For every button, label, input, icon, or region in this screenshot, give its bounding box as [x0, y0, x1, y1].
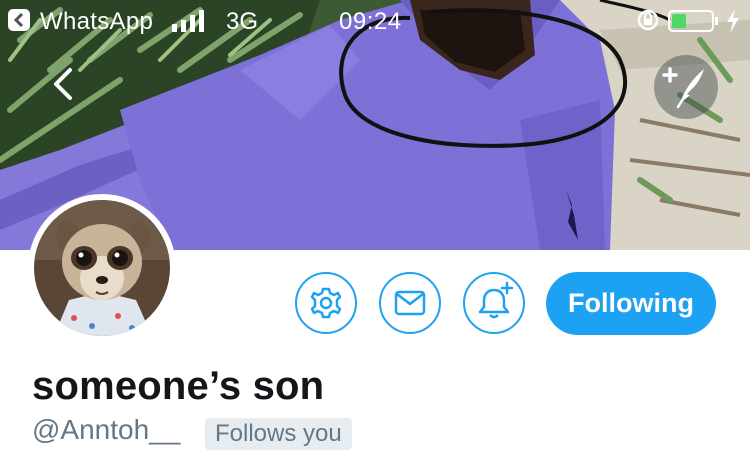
rotation-lock-icon	[637, 9, 659, 31]
following-button[interactable]: Following	[546, 272, 716, 335]
gear-icon	[310, 287, 342, 319]
back-to-app-label[interactable]: WhatsApp	[40, 8, 153, 36]
avatar-image	[34, 200, 170, 336]
network-type: 3G	[226, 8, 259, 35]
settings-button[interactable]	[295, 272, 357, 334]
battery-icon	[668, 10, 718, 32]
back-to-app-icon[interactable]	[8, 9, 30, 31]
signal-strength-icon	[172, 10, 204, 32]
status-bar: WhatsApp 3G 09:24	[0, 0, 750, 42]
bell-plus-icon	[478, 281, 514, 319]
charging-bolt-icon	[727, 9, 739, 33]
status-time: 09:24	[339, 8, 402, 35]
profile-display-name: someone’s son	[32, 364, 325, 408]
profile-avatar[interactable]	[28, 194, 176, 342]
back-chevron-icon[interactable]	[44, 62, 84, 106]
mail-icon	[394, 290, 426, 316]
compose-tweet-button[interactable]	[654, 55, 718, 119]
profile-handle: @Anntoh__	[32, 414, 181, 445]
direct-message-button[interactable]	[379, 272, 441, 334]
follows-you-badge: Follows you	[205, 418, 352, 450]
feather-plus-icon	[662, 67, 704, 109]
notifications-button[interactable]	[463, 272, 525, 334]
